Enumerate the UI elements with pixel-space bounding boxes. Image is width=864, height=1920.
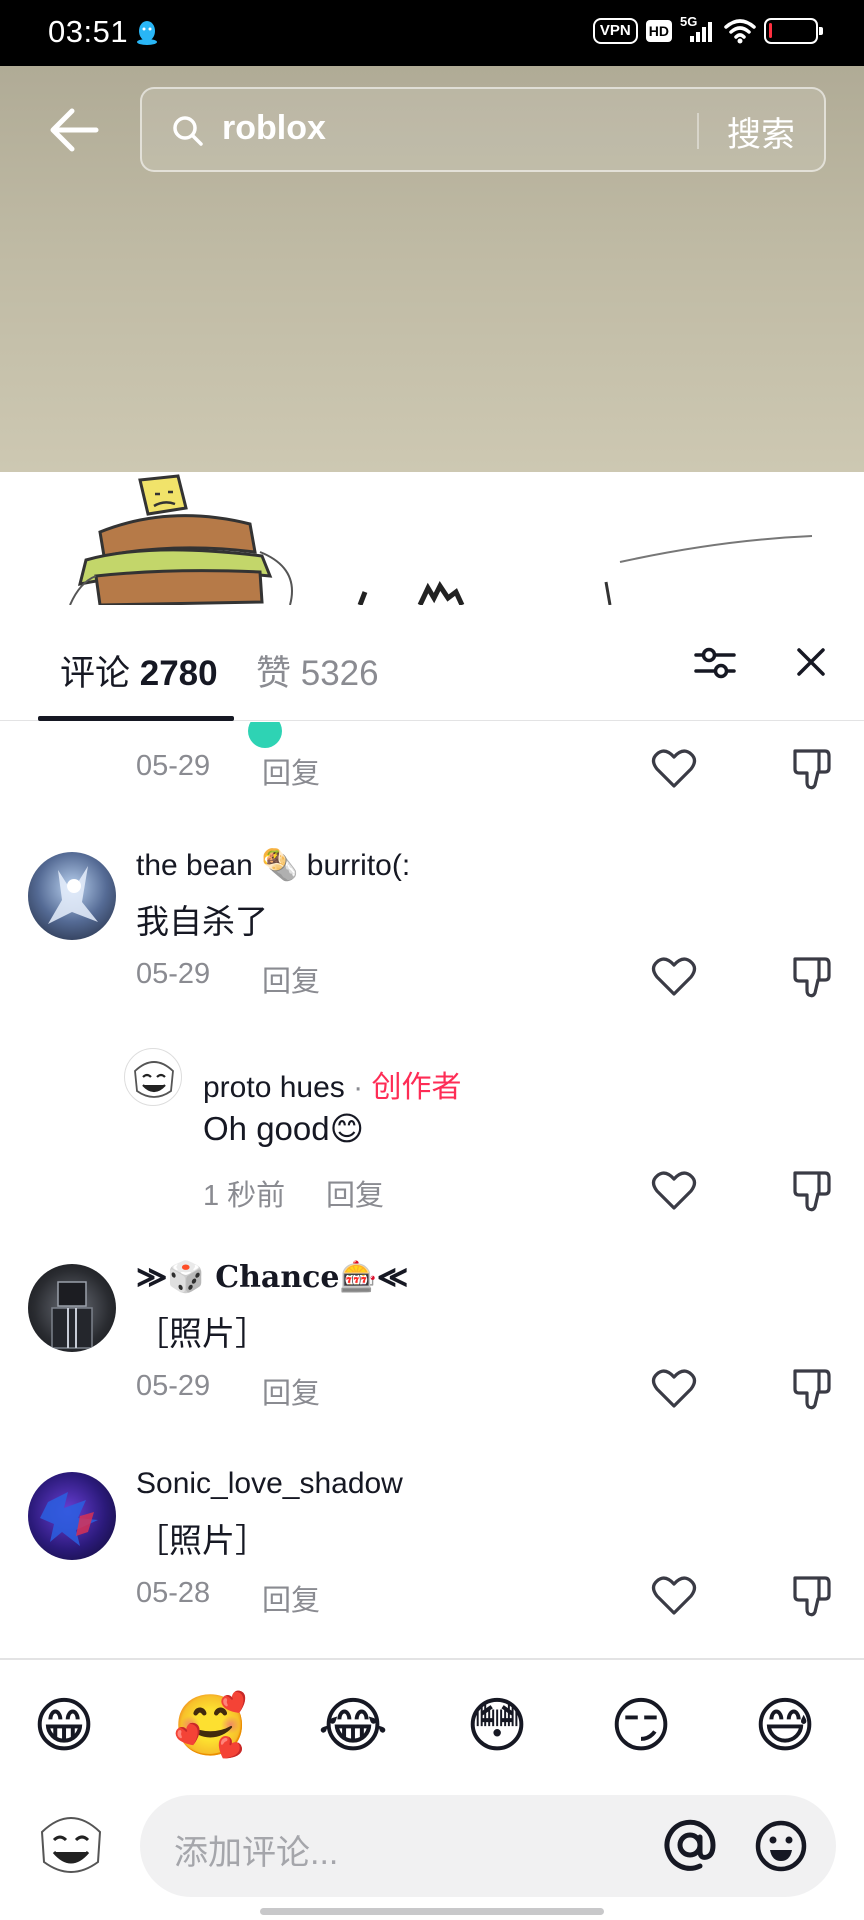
heart-icon[interactable]	[651, 956, 697, 998]
reply-button[interactable]: 回复	[262, 750, 320, 792]
tab-comments-label: 评论	[60, 654, 131, 693]
emoji-smirk[interactable]: 😏	[605, 1690, 677, 1762]
dislike-icon[interactable]	[791, 1367, 833, 1411]
vpn-badge: VPN	[592, 18, 638, 44]
heart-icon[interactable]	[651, 1368, 697, 1410]
heart-icon[interactable]	[651, 1170, 697, 1212]
partial-avatar	[248, 722, 282, 748]
comment-date: 05-29	[136, 958, 211, 990]
comment-username[interactable]: proto hues	[203, 1071, 345, 1104]
avatar[interactable]	[28, 852, 116, 940]
comment-text: ［照片］	[136, 1522, 268, 1559]
comment-username[interactable]: ≫🎲 Chance🎰≪	[136, 1260, 408, 1295]
emoji-grin[interactable]: 😁	[28, 1690, 100, 1762]
emoji-joy[interactable]: 😂	[317, 1690, 389, 1762]
comment-date: 1 秒前	[203, 1180, 286, 1212]
emoji-picker-icon[interactable]	[754, 1819, 808, 1873]
comment-text: 我自杀了	[136, 903, 268, 940]
filter-sliders-icon[interactable]	[693, 643, 737, 683]
comment-date: 05-29	[136, 750, 211, 782]
search-query[interactable]: roblox	[222, 109, 326, 148]
search-bar[interactable]: roblox 搜索	[140, 87, 826, 172]
video-artwork	[0, 472, 864, 605]
dislike-icon[interactable]	[791, 1169, 833, 1213]
close-icon[interactable]	[795, 646, 827, 678]
comment-input[interactable]: 添加评论...	[140, 1795, 836, 1897]
user-avatar[interactable]	[28, 1800, 114, 1886]
battery-level	[769, 23, 772, 38]
emoji-sweat-smile[interactable]: 😅	[749, 1690, 821, 1762]
tab-likes[interactable]: 赞 5326	[256, 645, 379, 696]
tab-likes-count: 5326	[300, 654, 379, 693]
tab-comments[interactable]: 评论 2780	[60, 645, 218, 696]
status-time: 03:51	[48, 14, 129, 49]
home-indicator[interactable]	[260, 1908, 604, 1915]
battery-icon	[764, 18, 823, 44]
dislike-icon[interactable]	[791, 955, 833, 999]
emoji-smiling-hearts[interactable]: 🥰	[173, 1690, 248, 1762]
dislike-icon[interactable]	[791, 1574, 833, 1618]
comment-text: ［照片］	[136, 1315, 268, 1352]
reply-button[interactable]: 回复	[262, 1577, 320, 1619]
comment-username[interactable]: the bean 🌯 burrito(:	[136, 848, 410, 883]
dislike-icon[interactable]	[791, 747, 833, 791]
heart-icon[interactable]	[651, 748, 697, 790]
search-divider	[697, 113, 699, 149]
quick-emoji-bar: 😁 🥰 😂 😳 😏 😅	[0, 1690, 864, 1766]
tab-likes-label: 赞	[256, 654, 292, 693]
avatar[interactable]	[28, 1264, 116, 1352]
separator-dot: ·	[353, 1071, 364, 1104]
qq-icon	[137, 21, 157, 45]
tab-comments-count: 2780	[139, 654, 218, 693]
reply-button[interactable]: 回复	[326, 1172, 384, 1214]
wifi-icon	[724, 19, 756, 44]
heart-icon[interactable]	[651, 1575, 697, 1617]
divider	[0, 1658, 864, 1660]
search-button[interactable]: 搜索	[727, 107, 795, 156]
comment-date: 05-28	[136, 1577, 211, 1609]
comment-date: 05-29	[136, 1370, 211, 1402]
comment-text: Oh good😊	[203, 1110, 365, 1147]
comment-input-placeholder: 添加评论...	[174, 1834, 339, 1872]
back-arrow-icon[interactable]	[46, 105, 102, 155]
reply-header: proto hues · 创作者	[203, 1062, 461, 1106]
reply-button[interactable]: 回复	[262, 958, 320, 1000]
comment-username[interactable]: Sonic_love_shadow	[136, 1467, 403, 1501]
status-icons: VPN HD 5G	[592, 14, 823, 46]
hd-badge: HD	[645, 20, 672, 42]
mention-icon[interactable]	[660, 1815, 720, 1875]
search-icon	[173, 116, 203, 146]
signal-icon: 5G	[680, 14, 716, 46]
emoji-flushed[interactable]: 😳	[461, 1690, 533, 1762]
avatar[interactable]	[124, 1048, 182, 1106]
avatar[interactable]	[28, 1472, 116, 1560]
active-tab-indicator	[38, 716, 234, 721]
reply-button[interactable]: 回复	[262, 1370, 320, 1412]
status-bar: 03:51 VPN HD 5G	[0, 0, 864, 66]
network-type: 5G	[680, 14, 698, 29]
comment-list[interactable]: 05-29 回复 the bean 🌯 burrito(: 我自杀了 05-29…	[0, 722, 864, 1658]
creator-badge: 创作者	[371, 1071, 462, 1104]
